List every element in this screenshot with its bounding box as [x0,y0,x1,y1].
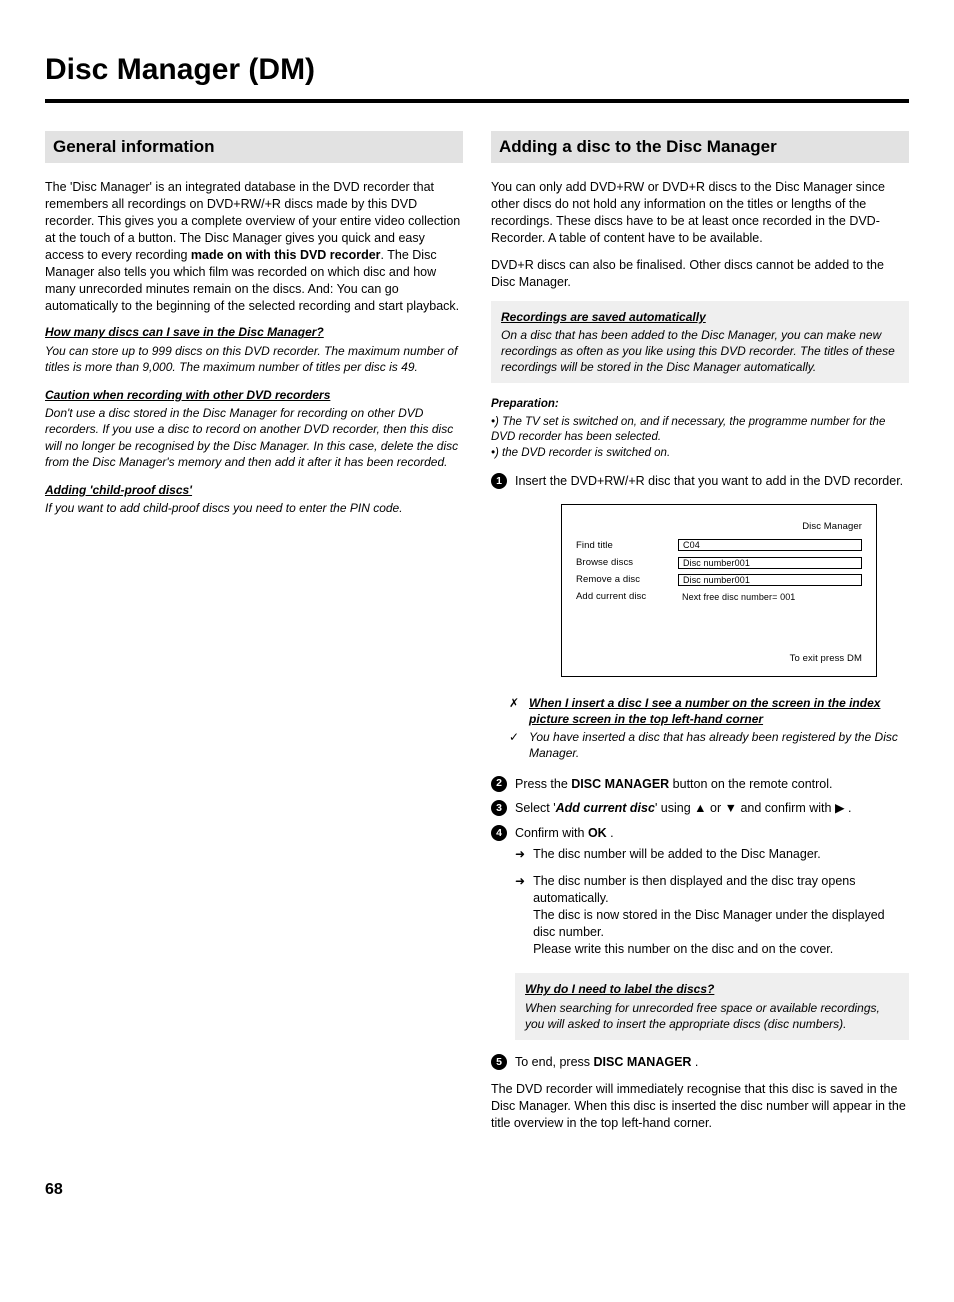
step-body: Press the DISC MANAGER button on the rem… [515,776,909,793]
chapter-title: Disc Manager (DM) [45,50,909,91]
note-recordings-auto: Recordings are saved automatically On a … [491,301,909,384]
trouble-answer: You have inserted a disc that has alread… [529,729,909,761]
text: The disc number is then displayed and th… [533,873,909,907]
cross-icon: ✗ [509,695,521,727]
qa-answer: If you want to add child-proof discs you… [45,500,463,516]
outro: The DVD recorder will immediately recogn… [491,1081,909,1132]
section-title-general: General information [45,131,463,164]
adding-intro-2: DVD+R discs can also be finalised. Other… [491,257,909,291]
step-number-icon: 2 [491,776,507,792]
section-title-adding: Adding a disc to the Disc Manager [491,131,909,164]
result-line: ➜ The disc number will be added to the D… [515,846,909,863]
text: button on the remote control. [669,777,832,791]
text: Select ' [515,801,556,815]
troubleshoot-block: ✗ When I insert a disc I see a number on… [509,695,909,762]
osd-label: Add current disc [576,589,668,604]
preparation-block: Preparation: •) The TV set is switched o… [491,397,909,460]
osd-label: Remove a disc [576,572,668,587]
text: Press the [515,777,571,791]
prep-line-2: •) the DVD recorder is switched on. [491,446,909,461]
qa-heading: How many discs can I save in the Disc Ma… [45,324,463,340]
step-body: Confirm with OK . ➜ The disc number will… [515,825,909,957]
osd-row: Add current disc Next free disc number= … [576,589,862,604]
step-number-icon: 3 [491,800,507,816]
step-4: 4 Confirm with OK . ➜ The disc number wi… [491,825,909,957]
osd-field: Disc number001 [678,557,862,569]
text: Confirm with [515,826,588,840]
osd-row: Browse discs Disc number001 [576,555,862,570]
step-body: Insert the DVD+RW/+R disc that you want … [515,473,909,490]
osd-label: Browse discs [576,555,668,570]
text: The disc is now stored in the Disc Manag… [533,907,909,941]
note-heading: Recordings are saved automatically [501,309,899,325]
right-column: Adding a disc to the Disc Manager You ca… [491,131,909,1142]
check-icon: ✓ [509,729,521,761]
trouble-answer-row: ✓ You have inserted a disc that has alre… [509,729,909,761]
qa-answer: Don't use a disc stored in the Disc Mana… [45,405,463,470]
step-1: 1 Insert the DVD+RW/+R disc that you wan… [491,473,909,490]
osd-footer: To exit press DM [576,651,862,666]
qa-caution-other-recorders: Caution when recording with other DVD re… [45,387,463,470]
result-arrow-icon: ➜ [515,873,525,957]
qa-childproof: Adding 'child-proof discs' If you want t… [45,482,463,516]
trouble-question: When I insert a disc I see a number on t… [529,695,909,727]
two-column-layout: General information The 'Disc Manager' i… [45,131,909,1142]
step-number-icon: 4 [491,825,507,841]
menu-item: Add current disc [556,801,655,815]
result-text: The disc number is then displayed and th… [533,873,909,957]
prep-line-1: •) The TV set is switched on, and if nec… [491,415,909,445]
note-body: On a disc that has been added to the Dis… [501,327,899,376]
step-body: To end, press DISC MANAGER . [515,1054,909,1071]
note-label-discs: Why do I need to label the discs? When s… [515,973,909,1040]
result-line: ➜ The disc number is then displayed and … [515,873,909,957]
osd-label: Find title [576,538,668,553]
right-arrow-icon: ▶ [835,801,845,815]
note-body: When searching for unrecorded free space… [525,1000,899,1032]
text: or [707,801,725,815]
intro-bold: made on with this DVD recorder [191,248,381,262]
button-label: OK [588,826,607,840]
result-text: The disc number will be added to the Dis… [533,846,909,863]
text: . [691,1055,698,1069]
note-heading: Why do I need to label the discs? [525,981,899,997]
down-arrow-icon: ▼ [725,801,737,815]
text: . [607,826,614,840]
trouble-question-row: ✗ When I insert a disc I see a number on… [509,695,909,727]
osd-row: Remove a disc Disc number001 [576,572,862,587]
page-number: 68 [45,1179,909,1201]
left-column: General information The 'Disc Manager' i… [45,131,463,1142]
text: and confirm with [737,801,835,815]
qa-how-many-discs: How many discs can I save in the Disc Ma… [45,324,463,375]
chapter-rule [45,99,909,103]
osd-text: Next free disc number= 001 [678,590,862,604]
osd-field: C04 [678,539,862,551]
qa-heading: Adding 'child-proof discs' [45,482,463,498]
step-5: 5 To end, press DISC MANAGER . [491,1054,909,1071]
osd-title: Disc Manager [576,519,862,534]
text: . [845,801,852,815]
osd-field: Disc number001 [678,574,862,586]
text: ' using [655,801,694,815]
general-intro: The 'Disc Manager' is an integrated data… [45,179,463,314]
step-number-icon: 5 [491,1054,507,1070]
button-label: DISC MANAGER [594,1055,692,1069]
text: Please write this number on the disc and… [533,941,909,958]
adding-intro-1: You can only add DVD+RW or DVD+R discs t… [491,179,909,247]
qa-answer: You can store up to 999 discs on this DV… [45,343,463,375]
text: To end, press [515,1055,594,1069]
up-arrow-icon: ▲ [694,801,706,815]
step-3: 3 Select 'Add current disc' using ▲ or ▼… [491,800,909,817]
step-2: 2 Press the DISC MANAGER button on the r… [491,776,909,793]
osd-row: Find title C04 [576,538,862,553]
osd-mock-disc-manager: Disc Manager Find title C04 Browse discs… [561,504,877,677]
qa-heading: Caution when recording with other DVD re… [45,387,463,403]
button-label: DISC MANAGER [571,777,669,791]
result-arrow-icon: ➜ [515,846,525,863]
step-number-icon: 1 [491,473,507,489]
step-body: Select 'Add current disc' using ▲ or ▼ a… [515,800,909,817]
prep-heading: Preparation: [491,397,909,413]
